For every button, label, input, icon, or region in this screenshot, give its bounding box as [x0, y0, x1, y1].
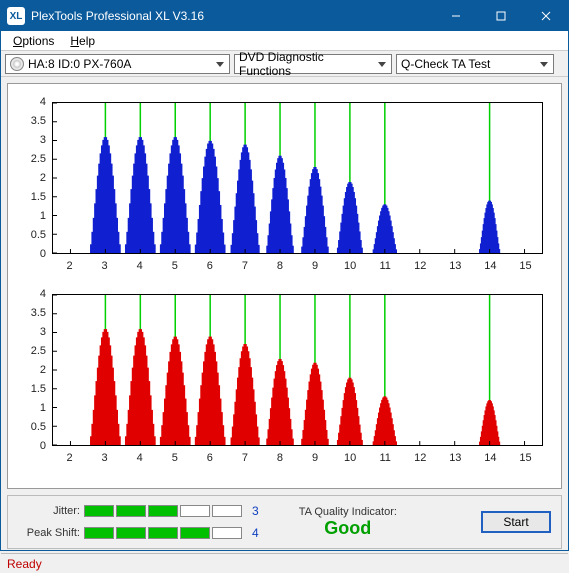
category-select-value: DVD Diagnostic Functions	[239, 50, 373, 78]
menu-options[interactable]: Options	[5, 32, 62, 50]
x-tick-label: 3	[102, 452, 108, 464]
y-tick-label: 0.5	[31, 421, 46, 433]
y-tick-label: 3	[40, 326, 46, 338]
x-tick-label: 14	[484, 260, 496, 272]
quality-label: TA Quality Indicator:	[299, 506, 397, 518]
titlebar: XL PlexTools Professional XL V3.16	[1, 1, 568, 31]
test-select[interactable]: Q-Check TA Test	[396, 54, 554, 74]
x-tick-label: 2	[66, 452, 72, 464]
device-select[interactable]: HA:8 ID:0 PX-760A	[5, 54, 230, 74]
x-tick-label: 11	[379, 260, 390, 272]
y-tick-label: 0	[40, 248, 46, 260]
minimize-button[interactable]	[433, 1, 478, 31]
disc-icon	[10, 57, 24, 71]
x-tick-label: 12	[414, 260, 426, 272]
y-tick-label: 2	[40, 172, 46, 184]
y-tick-label: 4	[40, 96, 46, 108]
x-tick-label: 12	[414, 452, 426, 464]
x-tick-label: 4	[137, 452, 143, 464]
meter-segment	[180, 527, 210, 539]
x-tick-label: 5	[172, 260, 178, 272]
menu-help[interactable]: Help	[62, 32, 103, 50]
jitter-meter: Jitter: 3	[18, 504, 259, 518]
x-tick-label: 4	[137, 260, 143, 272]
y-tick-label: 3.5	[31, 115, 46, 127]
window-title: PlexTools Professional XL V3.16	[31, 9, 433, 23]
meter-segment	[84, 505, 114, 517]
chart-bottom-plot	[52, 294, 543, 446]
meter-segment	[116, 505, 146, 517]
results-panel: Jitter: 3 Peak Shift: 4 TA Quality Indic…	[7, 495, 562, 549]
meter-segment	[148, 527, 178, 539]
x-tick-label: 11	[379, 452, 390, 464]
quality-value: Good	[299, 518, 397, 539]
x-tick-label: 6	[207, 452, 213, 464]
peakshift-value: 4	[252, 526, 259, 540]
y-tick-label: 3	[40, 134, 46, 146]
jitter-label: Jitter:	[18, 505, 80, 517]
x-tick-label: 3	[102, 260, 108, 272]
test-select-value: Q-Check TA Test	[401, 57, 490, 71]
peakshift-meter: Peak Shift: 4	[18, 526, 259, 540]
x-tick-label: 8	[277, 260, 283, 272]
x-tick-label: 8	[277, 452, 283, 464]
y-tick-label: 2.5	[31, 345, 46, 357]
y-tick-label: 0	[40, 440, 46, 452]
jitter-value: 3	[252, 504, 259, 518]
close-button[interactable]	[523, 1, 568, 31]
x-tick-label: 10	[344, 260, 356, 272]
y-tick-label: 3.5	[31, 307, 46, 319]
x-tick-label: 15	[519, 452, 531, 464]
device-select-value: HA:8 ID:0 PX-760A	[28, 57, 131, 71]
toolbar: HA:8 ID:0 PX-760A DVD Diagnostic Functio…	[1, 51, 568, 77]
meter-segment	[148, 505, 178, 517]
chart-panel: 00.511.522.533.54 23456789101112131415 0…	[7, 83, 562, 489]
maximize-button[interactable]	[478, 1, 523, 31]
meter-segment	[212, 527, 242, 539]
app-logo-icon: XL	[7, 7, 25, 25]
x-tick-label: 9	[312, 260, 318, 272]
y-tick-label: 1	[40, 210, 46, 222]
x-tick-label: 5	[172, 452, 178, 464]
y-tick-label: 1.5	[31, 191, 46, 203]
x-tick-label: 10	[344, 452, 356, 464]
y-tick-label: 1	[40, 402, 46, 414]
start-button[interactable]: Start	[481, 511, 551, 533]
meter-segment	[212, 505, 242, 517]
x-tick-label: 6	[207, 260, 213, 272]
x-tick-label: 13	[449, 452, 461, 464]
x-tick-label: 7	[242, 452, 248, 464]
chart-top: 0 0.5 1 1.5 2 2.5 3 3.5 4 2 3 4 5 6 7 8 9 10 11 12 13 14 15	[12, 96, 557, 276]
y-tick-label: 4	[40, 288, 46, 300]
x-tick-label: 2	[66, 260, 72, 272]
peakshift-label: Peak Shift:	[18, 527, 80, 539]
y-tick-label: 2.5	[31, 153, 46, 165]
y-tick-label: 0.5	[31, 229, 46, 241]
category-select[interactable]: DVD Diagnostic Functions	[234, 54, 392, 74]
chart-top-plot	[52, 102, 543, 254]
chart-bottom: 0 0.5 1 1.5 2 2.5 3 3.5 4 2 3 4 5 6 7 8 9 10 11 12 13 14 15	[12, 288, 557, 468]
menubar: Options Help	[1, 31, 568, 51]
status-text: Ready	[7, 557, 42, 571]
x-tick-label: 15	[519, 260, 531, 272]
meter-segment	[84, 527, 114, 539]
quality-indicator: TA Quality Indicator: Good	[299, 506, 397, 539]
x-tick-label: 7	[242, 260, 248, 272]
meter-segment	[180, 505, 210, 517]
y-tick-label: 1.5	[31, 383, 46, 395]
x-tick-label: 14	[484, 452, 496, 464]
meter-segment	[116, 527, 146, 539]
y-tick-label: 2	[40, 364, 46, 376]
x-tick-label: 9	[312, 452, 318, 464]
statusbar: Ready	[1, 553, 568, 573]
x-tick-label: 13	[449, 260, 461, 272]
